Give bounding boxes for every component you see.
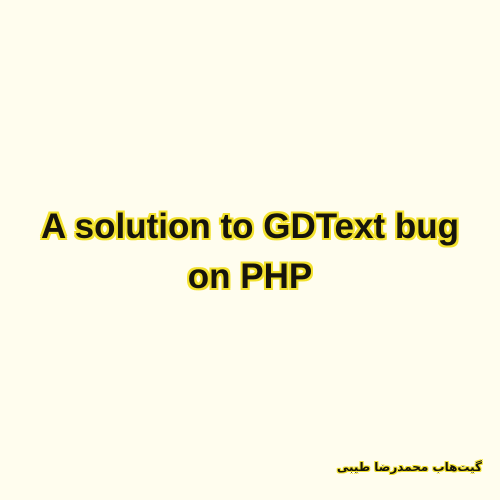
headline-line-1: A solution to GDText bug [40,207,459,246]
headline-line-2: on PHP [187,257,313,296]
headline: A solution to GDText bug on PHP [0,202,500,302]
author-signature: گیت‌هاب محمدرضا طیبی [336,460,482,474]
image-canvas: A solution to GDText bug on PHP گیت‌هاب … [0,0,500,500]
